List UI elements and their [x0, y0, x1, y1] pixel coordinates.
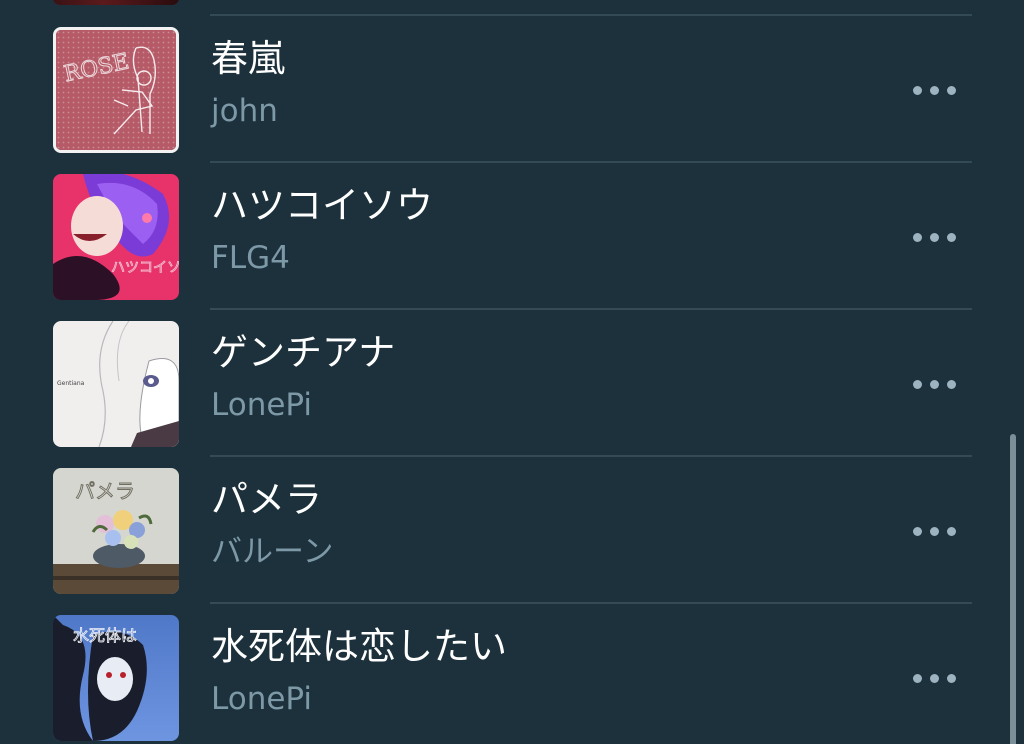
song-row[interactable]: パメラ パメラ バルーン	[0, 456, 1000, 603]
song-artist: LonePi	[211, 387, 313, 423]
song-artist: バルーン	[211, 534, 334, 570]
album-artwork: ハツコイソウ	[53, 174, 179, 300]
song-title: 水死体は恋したい	[211, 625, 507, 668]
song-title: 春嵐	[211, 37, 285, 80]
rose-artwork-image: ROSE	[56, 30, 176, 150]
album-artwork: パメラ	[53, 468, 179, 594]
album-artwork: Gentiana	[53, 321, 179, 447]
song-title: パメラ	[211, 478, 322, 521]
song-artist: john	[211, 93, 278, 129]
song-artist: FLG4	[211, 240, 290, 276]
album-artwork: ROSE	[53, 27, 179, 153]
svg-text:ハツコイソウ: ハツコイソウ	[111, 260, 179, 276]
gentiana-artwork-image: Gentiana	[53, 321, 179, 447]
svg-text:水死体は: 水死体は	[73, 626, 137, 645]
ellipsis-icon	[912, 379, 922, 389]
album-artwork: 水死体は	[53, 615, 179, 741]
ellipsis-icon	[912, 526, 922, 536]
hatsukoisou-artwork-image: ハツコイソウ	[53, 174, 179, 300]
more-options-button[interactable]	[906, 73, 962, 107]
suishitai-artwork-image: 水死体は	[53, 615, 179, 741]
more-options-button[interactable]	[906, 220, 962, 254]
ellipsis-icon	[912, 85, 922, 95]
song-row[interactable]: 水死体は 水死体は恋したい LonePi	[0, 603, 1000, 744]
ellipsis-icon	[912, 673, 922, 683]
previous-song-artwork[interactable]	[53, 0, 179, 5]
song-title: ハツコイソウ	[211, 184, 433, 227]
pamela-artwork-image: パメラ	[53, 468, 179, 594]
more-options-button[interactable]	[906, 661, 962, 695]
vertical-scrollbar[interactable]	[1010, 434, 1016, 744]
more-options-button[interactable]	[906, 514, 962, 548]
song-list-screen: ROSE 春嵐 john ハツコイソ ハツコイソウ FLG4 Gentiana …	[0, 0, 1024, 744]
song-row[interactable]: ROSE 春嵐 john	[0, 15, 1000, 162]
song-artist: LonePi	[211, 681, 313, 717]
svg-text:Gentiana: Gentiana	[57, 380, 85, 387]
ellipsis-icon	[912, 232, 922, 242]
song-title: ゲンチアナ	[211, 331, 396, 374]
song-row[interactable]: ハツコイソウ ハツコイソウ FLG4	[0, 162, 1000, 309]
svg-text:パメラ: パメラ	[75, 479, 135, 503]
more-options-button[interactable]	[906, 367, 962, 401]
song-row[interactable]: Gentiana ゲンチアナ LonePi	[0, 309, 1000, 456]
